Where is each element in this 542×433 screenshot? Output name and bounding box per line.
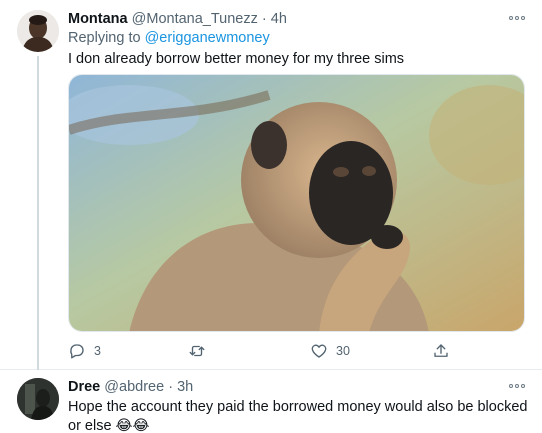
- more-horizontal-icon[interactable]: [509, 13, 527, 23]
- replying-to: Replying to @erigganewmoney: [68, 30, 270, 46]
- retweet-icon: [189, 345, 205, 357]
- like-button[interactable]: 30: [310, 341, 350, 361]
- reply-icon: [70, 344, 84, 359]
- separator-dot: ·: [168, 379, 174, 395]
- user-handle[interactable]: @abdree: [104, 379, 164, 395]
- share-button[interactable]: [432, 341, 450, 361]
- thread-connector-line: [37, 56, 39, 370]
- tweet-header: Dree @abdree · 3h: [68, 379, 193, 395]
- display-name[interactable]: Montana: [68, 11, 128, 27]
- replying-prefix: Replying to: [68, 30, 145, 46]
- share-icon: [434, 344, 448, 357]
- tweet[interactable]: Montana @Montana_Tunezz · 4h Replying to…: [0, 0, 542, 370]
- separator-dot: ·: [261, 11, 267, 27]
- reply-button[interactable]: 3: [68, 341, 101, 361]
- like-count: 30: [336, 344, 350, 358]
- user-handle[interactable]: @Montana_Tunezz: [132, 11, 258, 27]
- mention-link[interactable]: @erigganewmoney: [145, 30, 270, 46]
- reply-count: 3: [94, 344, 101, 358]
- timestamp[interactable]: 4h: [271, 11, 287, 27]
- timestamp[interactable]: 3h: [177, 379, 193, 395]
- heart-icon: [311, 344, 327, 358]
- more-horizontal-icon[interactable]: [509, 381, 527, 391]
- retweet-button[interactable]: [188, 341, 214, 361]
- tweet-text: Hope the account they paid the borrowed …: [68, 399, 528, 433]
- avatar[interactable]: [17, 10, 59, 52]
- tweet-text: I don already borrow better money for my…: [68, 51, 405, 67]
- display-name[interactable]: Dree: [68, 379, 100, 395]
- tweet-header: Montana @Montana_Tunezz · 4h: [68, 11, 287, 27]
- tweet-media-image[interactable]: [68, 74, 525, 332]
- avatar[interactable]: [17, 378, 59, 420]
- tweet-actions: 3 30: [68, 341, 468, 361]
